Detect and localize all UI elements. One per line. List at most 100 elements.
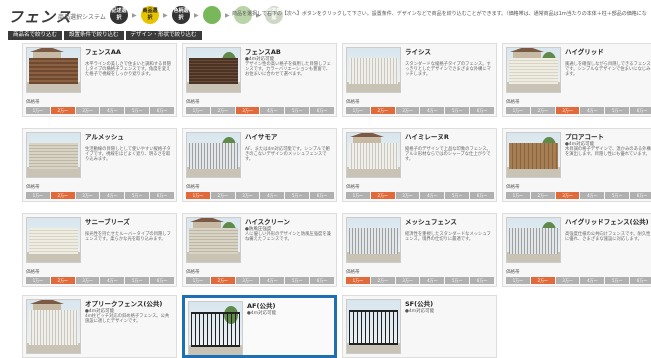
product-card[interactable]: アルメッシュ 生活動線の目隠しとして使いやすい縦格子タイプです。視線をほどよく遮り… [22,128,177,202]
product-description: 4m柱ピッチ対応の斜め格子フェンス。公共施設に適したデザインです。 [85,314,170,325]
product-image[interactable] [506,132,561,178]
product-card[interactable]: メッシュフェンス経済性を重視したスタンダードなメッシュフェンス。境界の仕切りに最… [342,213,497,287]
price-level: 1万〜 [186,107,210,114]
price-level: 1万〜 [186,192,210,199]
product-card[interactable]: ライシス スタンダードな縦格子タイプのフェンス。すっきりとしたデザインでさまざまな… [342,43,497,117]
product-name[interactable]: サニーブリーズ [85,216,130,226]
price-range-label: 価格帯 [26,100,40,105]
price-range-bar: 1万〜 2万〜 3万〜 4万〜 5万〜 6万〜 [26,277,174,284]
chevron-right-icon: ▶ [163,11,168,19]
filter-tab-design[interactable]: デザイン・形状で絞り込む [125,31,202,40]
price-level: 5万〜 [125,277,150,284]
price-range-label: 価格帯 [186,185,200,190]
product-card[interactable]: AF(公共) ●4m対応可能 [182,295,337,358]
product-card[interactable]: フェンスAA 水平ラインの美しさで住まいと調和する目隠しタイプの横格子フェンスです… [22,43,177,117]
price-level: 6万〜 [310,107,334,114]
price-level: 2万〜 [50,192,75,199]
product-card[interactable]: ハイグリッド 風通しを確保しながら目隠しできるフェンスです。シンプルなデザインで住… [502,43,651,117]
price-level: 3万〜 [555,277,580,284]
product-name[interactable]: アルメッシュ [85,131,124,141]
product-image[interactable] [188,301,243,355]
price-level: 1万〜 [346,107,370,114]
filter-tab-product-name[interactable]: 商品名で絞り込む [8,31,63,40]
product-card[interactable]: ハイミレーヌR 縦格子のデザインで上品な印象のフェンス。アルミ形材ならではのシャー… [342,128,497,202]
price-level: 2万〜 [370,192,395,199]
product-name[interactable]: ライシス [405,46,431,56]
product-image[interactable] [26,299,81,354]
price-level: 4万〜 [580,277,605,284]
product-image[interactable] [346,47,401,93]
product-name[interactable]: フェンスAA [85,46,121,56]
product-name[interactable]: ハイグリッドフェンス(公共) [565,216,649,226]
product-name[interactable]: ハイミレーヌR [405,131,449,141]
product-name[interactable]: ハイサモア [245,131,277,141]
price-level: 1万〜 [506,107,530,114]
product-card[interactable]: プロアコート ●4m対応可能 木目調の格子デザインで、温かみのある外構を演出します。… [502,128,651,202]
product-image[interactable] [346,217,401,263]
price-level: 1万〜 [26,107,50,114]
product-card[interactable]: SF(公共) ●4m対応可能 [342,295,497,358]
product-card[interactable]: サニーブリーズ 採光性を持たせたルーバータイプの目隠しフェンスです。柔らかな光を取… [22,213,177,287]
product-name[interactable]: ハイスクリーン [245,216,290,226]
price-level: 5万〜 [445,192,470,199]
step-2[interactable]: 商品選択 [141,6,159,24]
product-card[interactable]: フェンスAB ●4m対応可能 デザイン性の高い格子を採用した目隠しフェンスです。カラ… [182,43,337,117]
product-image[interactable] [26,132,81,178]
product-name[interactable]: オプリークフェンス(公共) [85,298,162,308]
product-card[interactable]: オプリークフェンス(公共) ●4m対応可能 4m柱ピッチ対応の斜め格子フェンス。公共… [22,295,177,358]
product-description: 高強度仕様の公共向けフェンスです。耐久性に優れ、さまざまな施設に対応します。 [565,232,651,243]
product-name[interactable]: フェンスAB [245,46,281,56]
product-card[interactable]: ハイサモア AF、または4m対応可能です。シンプルで飽きのこないデザインのメッシュ… [182,128,337,202]
step-1[interactable]: 記述選択 [110,6,128,24]
product-image[interactable] [346,299,401,354]
step-4[interactable] [203,6,221,24]
product-name[interactable]: プロアコート [565,131,604,141]
price-level: 5万〜 [125,107,150,114]
price-level: 3万〜 [75,107,100,114]
price-level: 4万〜 [580,192,605,199]
price-level: 2万〜 [370,107,395,114]
product-card[interactable]: ハイグリッドフェンス(公共) 高強度仕様の公共向けフェンスです。耐久性に優れ、さま… [502,213,651,287]
price-level: 5万〜 [445,277,470,284]
price-level: 1万〜 [506,192,530,199]
product-image[interactable] [26,47,81,93]
product-description: 人に優しい外形のデザインと防風圧強度を兼ね備えたフェンスです。 [245,232,331,243]
price-level: 2万〜 [210,277,235,284]
price-level: 2万〜 [210,192,235,199]
price-level: 5万〜 [285,192,310,199]
price-level: 4万〜 [580,107,605,114]
product-card[interactable]: ハイスクリーン ●防風圧強度 人に優しい外形のデザインと防風圧強度を兼ね備えたフェン… [182,213,337,287]
product-image[interactable] [186,47,241,93]
price-level: 4万〜 [260,107,285,114]
product-description: AF、または4m対応可能です。シンプルで飽きのこないデザインのメッシュフェンスで… [245,147,330,163]
price-range-bar: 1万〜 2万〜 3万〜 4万〜 5万〜 6万〜 [346,277,494,284]
product-name[interactable]: ハイグリッド [565,46,604,56]
product-description: 縦格子のデザインで上品な印象のフェンス。アルミ形材ならではのシャープな仕上がりで… [405,147,491,163]
filter-tab-installation[interactable]: 設置条件で絞り込む [64,31,124,40]
step-3[interactable]: 色柄選択 [172,6,190,24]
product-description: 木目調の格子デザインで、温かみのある外構を演出します。目隠し性にも優れています。 [565,147,651,158]
product-description: 経済性を重視したスタンダードなメッシュフェンス。境界の仕切りに最適です。 [405,232,491,243]
price-level: 4万〜 [420,277,445,284]
product-image[interactable] [506,47,561,93]
price-level: 5万〜 [285,107,310,114]
price-range-label: 価格帯 [26,185,40,190]
price-level: 5万〜 [445,107,470,114]
product-image[interactable] [186,217,241,263]
product-name[interactable]: SF(公共) [405,298,433,308]
price-level: 1万〜 [186,277,210,284]
product-image[interactable] [346,132,401,178]
price-range-label: 価格帯 [506,100,520,105]
price-level: 4万〜 [100,277,125,284]
product-name[interactable]: AF(公共) [247,300,275,310]
price-level: 3万〜 [235,277,260,284]
price-level: 3万〜 [235,107,260,114]
product-image[interactable] [506,217,561,263]
product-name[interactable]: メッシュフェンス [405,216,457,226]
price-level: 5万〜 [605,192,630,199]
product-image[interactable] [26,217,81,263]
product-image[interactable] [186,132,241,178]
price-range-label: 価格帯 [186,100,200,105]
price-range-bar: 1万〜 2万〜 3万〜 4万〜 5万〜 6万〜 [186,107,334,114]
price-range-bar: 1万〜 2万〜 3万〜 4万〜 5万〜 6万〜 [346,107,494,114]
